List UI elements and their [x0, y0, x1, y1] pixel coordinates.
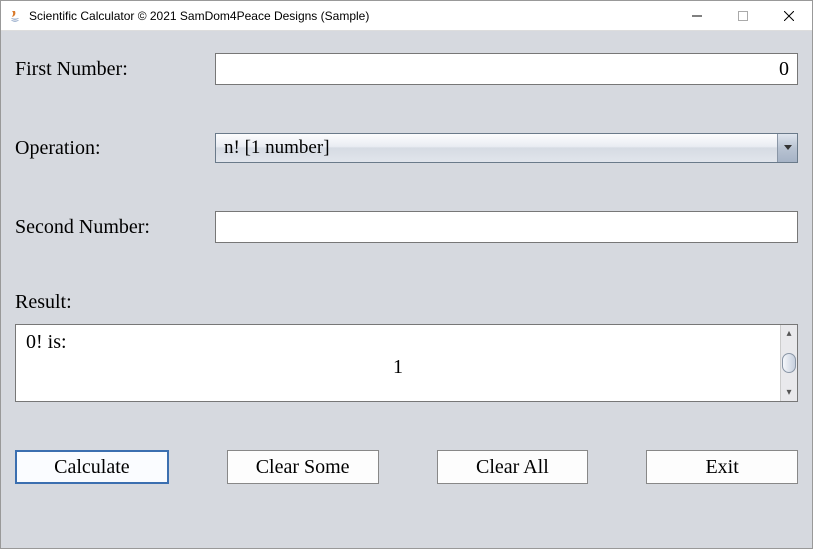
chevron-down-icon[interactable]: [777, 134, 797, 162]
first-number-label: First Number:: [15, 58, 215, 81]
second-number-label: Second Number:: [15, 216, 215, 239]
calculate-button[interactable]: Calculate: [15, 450, 169, 484]
second-number-row: Second Number:: [15, 211, 798, 243]
scroll-up-icon[interactable]: ▴: [781, 325, 797, 342]
operation-value: n! [1 number]: [216, 137, 777, 159]
scroll-down-icon[interactable]: ▾: [781, 384, 797, 401]
scroll-thumb[interactable]: [782, 353, 796, 373]
result-label: Result:: [15, 291, 72, 314]
clear-some-button[interactable]: Clear Some: [227, 450, 379, 484]
operation-combobox[interactable]: n! [1 number]: [215, 133, 798, 163]
app-window: Scientific Calculator © 2021 SamDom4Peac…: [0, 0, 813, 549]
first-number-row: First Number:: [15, 53, 798, 85]
button-row: Calculate Clear Some Clear All Exit: [15, 450, 798, 484]
result-header: Result:: [15, 291, 798, 314]
client-area: First Number: Operation: n! [1 number] S…: [1, 31, 812, 548]
first-number-input[interactable]: [215, 53, 798, 85]
minimize-button[interactable]: [674, 1, 720, 30]
operation-label: Operation:: [15, 137, 215, 160]
close-button[interactable]: [766, 1, 812, 30]
result-textarea[interactable]: 0! is: 1: [16, 325, 780, 401]
titlebar: Scientific Calculator © 2021 SamDom4Peac…: [1, 1, 812, 31]
maximize-button[interactable]: [720, 1, 766, 30]
result-box: 0! is: 1 ▴ ▾: [15, 324, 798, 402]
result-line-1: 0! is:: [26, 331, 770, 354]
operation-row: Operation: n! [1 number]: [15, 133, 798, 163]
window-controls: [674, 1, 812, 30]
result-scrollbar[interactable]: ▴ ▾: [780, 325, 797, 401]
window-title: Scientific Calculator © 2021 SamDom4Peac…: [29, 9, 674, 23]
exit-button[interactable]: Exit: [646, 450, 798, 484]
result-line-2: 1: [26, 356, 770, 379]
clear-all-button[interactable]: Clear All: [437, 450, 589, 484]
java-icon: [7, 8, 23, 24]
second-number-input[interactable]: [215, 211, 798, 243]
